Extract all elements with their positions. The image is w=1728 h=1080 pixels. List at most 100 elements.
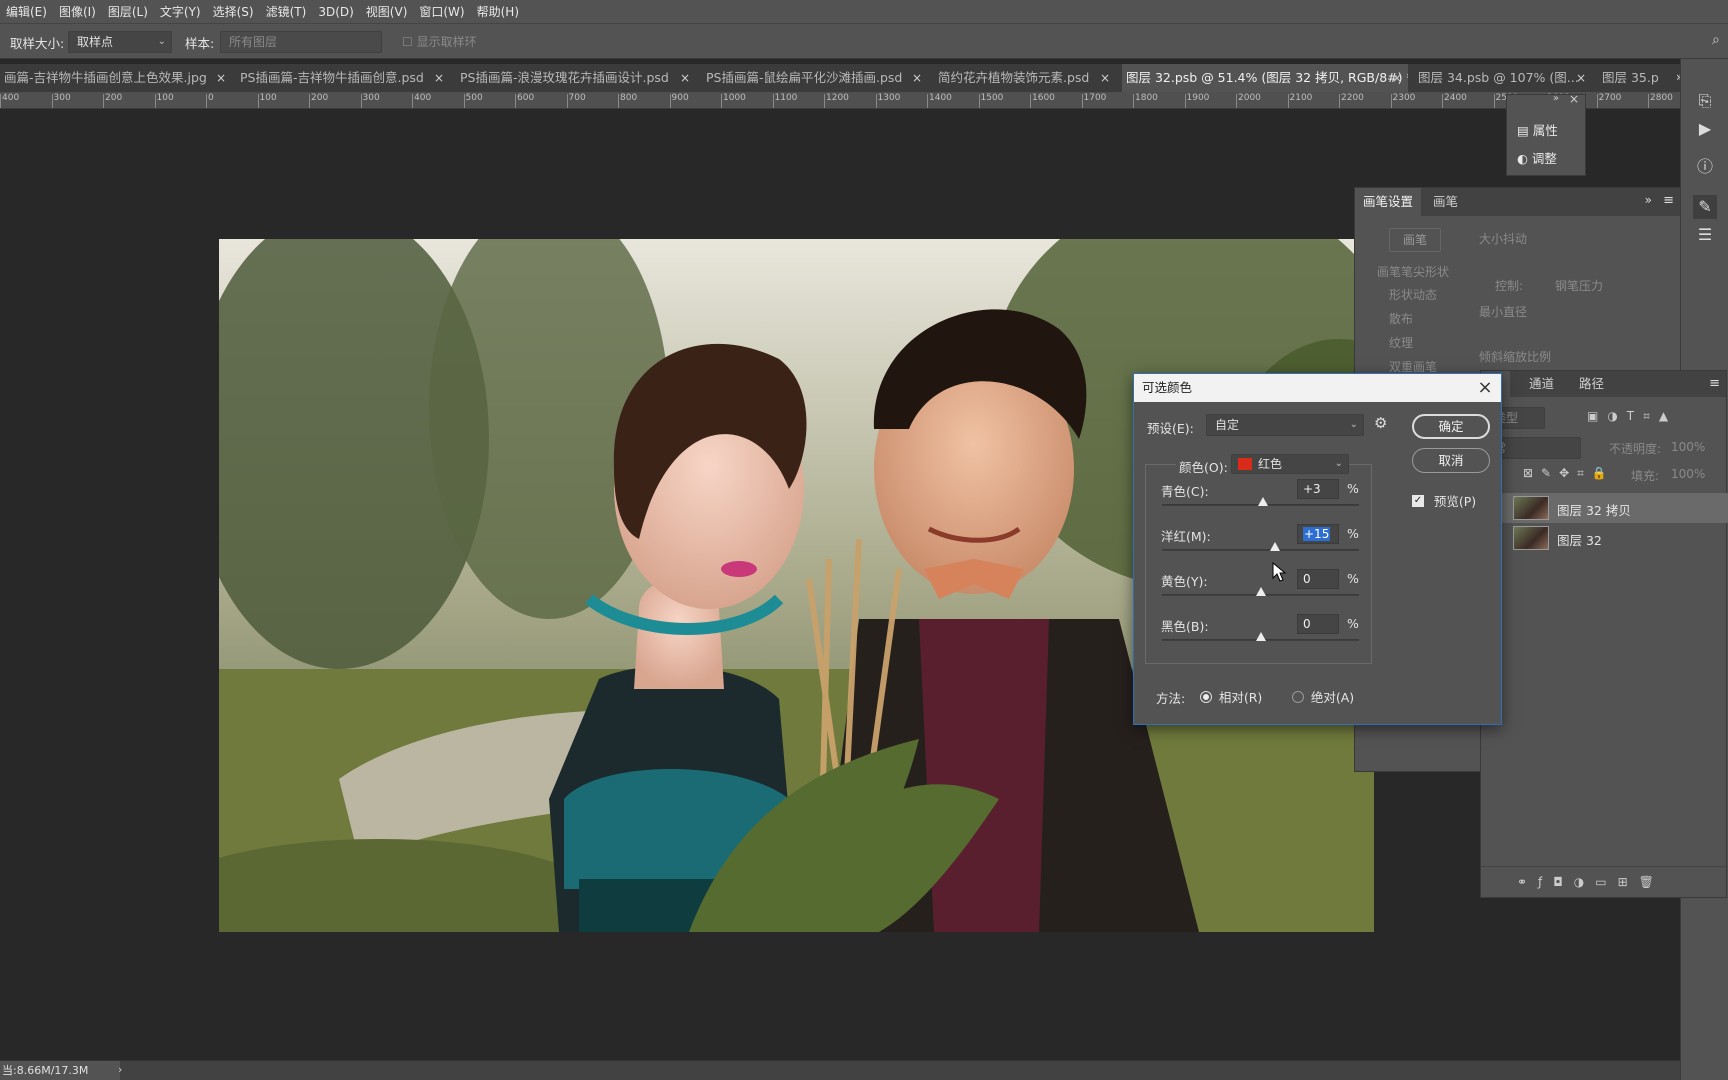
close-tab-icon[interactable]: × bbox=[680, 64, 690, 92]
selective-color-dialog: 可选颜色 × 预设(E): 自定 ⌄ ⚙ 确定 取消 ✓ 预览(P) 颜色(O)… bbox=[1133, 373, 1502, 725]
slider-thumb[interactable] bbox=[1258, 497, 1269, 506]
menu-item-9[interactable]: 帮助(H) bbox=[471, 3, 525, 20]
gear-icon[interactable]: ⚙ bbox=[1374, 414, 1387, 432]
colors-value: 红色 bbox=[1258, 457, 1283, 471]
history-icon[interactable]: ⎘ bbox=[1693, 89, 1717, 113]
chevron-right-icon[interactable]: › bbox=[118, 1063, 122, 1076]
layer-thumbnail bbox=[1513, 526, 1549, 550]
sample-size-select[interactable]: 取样点 ⌄ bbox=[68, 31, 172, 53]
ruler-tick bbox=[1648, 94, 1649, 108]
menu-item-3[interactable]: 文字(Y) bbox=[154, 3, 207, 20]
close-tab-icon[interactable]: × bbox=[1576, 64, 1586, 92]
ok-button[interactable]: 确定 bbox=[1412, 414, 1490, 439]
preset-select[interactable]: 自定 ⌄ bbox=[1206, 414, 1364, 436]
tab-channels[interactable]: 通道 bbox=[1521, 371, 1562, 397]
close-icon[interactable]: × bbox=[1569, 92, 1579, 106]
close-icon[interactable]: × bbox=[1475, 374, 1495, 402]
scattering-option[interactable]: 散布 bbox=[1389, 310, 1413, 327]
slider-thumb[interactable] bbox=[1255, 632, 1266, 641]
slider-value-input[interactable]: +15 bbox=[1297, 524, 1339, 544]
ruler-tick bbox=[1184, 94, 1186, 108]
ruler-tick bbox=[1442, 94, 1443, 108]
method-relative-radio[interactable]: 相对(R) bbox=[1200, 687, 1262, 706]
close-tab-icon[interactable]: × bbox=[216, 64, 226, 92]
slider-thumb[interactable] bbox=[1255, 587, 1266, 596]
panel-menu-icon[interactable]: ≡ bbox=[1663, 193, 1674, 208]
brush-settings-icon[interactable]: ✎ bbox=[1693, 195, 1717, 219]
menu-item-5[interactable]: 滤镜(T) bbox=[260, 3, 313, 20]
document-tab[interactable]: 图层 35.p bbox=[1598, 64, 1680, 92]
min-diameter-label: 最小直径 bbox=[1479, 305, 1528, 319]
document-tab[interactable]: 图层 32.psb @ 51.4% (图层 32 拷贝, RGB/8#) * × bbox=[1122, 64, 1408, 92]
slider-value-input[interactable]: +3 bbox=[1297, 479, 1339, 499]
cancel-button[interactable]: 取消 bbox=[1412, 448, 1490, 473]
slider-value-input[interactable]: 0 bbox=[1297, 614, 1339, 634]
close-tab-icon[interactable]: × bbox=[1392, 64, 1402, 92]
play-icon[interactable]: ▶ bbox=[1693, 117, 1717, 141]
control-value[interactable]: 钢笔压力 bbox=[1555, 277, 1603, 294]
adjustments-item[interactable]: ◐ 调整 bbox=[1517, 149, 1557, 169]
slider-track[interactable] bbox=[1162, 549, 1359, 551]
info-icon[interactable]: ⓘ bbox=[1693, 155, 1717, 179]
tab-label: 图层 32.psb @ 51.4% (图层 32 拷贝, RGB/8#) * bbox=[1126, 70, 1408, 85]
ruler-tick bbox=[824, 94, 825, 108]
menu-item-6[interactable]: 3D(D) bbox=[312, 5, 359, 19]
brush-tip-shape[interactable]: 画笔笔尖形状 bbox=[1377, 263, 1449, 280]
document-tab[interactable]: 图层 34.psb @ 107% (图... × bbox=[1414, 64, 1592, 92]
collapse-icon[interactable]: » bbox=[1553, 93, 1559, 104]
close-tab-icon[interactable]: × bbox=[912, 64, 922, 92]
ruler-label: 200 bbox=[311, 93, 329, 103]
texture-option[interactable]: 纹理 bbox=[1389, 334, 1413, 351]
menu-item-7[interactable]: 视图(V) bbox=[360, 3, 414, 20]
sample-select[interactable]: 所有图层 bbox=[220, 31, 382, 53]
close-tab-icon[interactable]: × bbox=[1100, 64, 1110, 92]
search-icon[interactable]: ⌕ bbox=[1712, 32, 1720, 48]
slider-label: 青色(C): bbox=[1161, 484, 1209, 499]
ruler-tick bbox=[515, 94, 516, 108]
slider-value-input[interactable]: 0 bbox=[1297, 569, 1339, 589]
menu-item-8[interactable]: 窗口(W) bbox=[413, 3, 470, 20]
method-absolute-radio[interactable]: 绝对(A) bbox=[1292, 687, 1354, 706]
shape-dynamics-option[interactable]: 形状动态 bbox=[1389, 286, 1437, 303]
expand-icon[interactable]: » bbox=[1645, 193, 1652, 207]
document-tab[interactable]: PS插画篇-吉祥物牛插画创意.psd × bbox=[236, 64, 450, 92]
document-tab[interactable]: 画篇-吉祥物牛插画创意上色效果.jpg × bbox=[0, 64, 232, 92]
layer-name: 图层 32 拷贝 bbox=[1557, 503, 1631, 518]
ruler-label: 1900 bbox=[1186, 93, 1210, 103]
menu-item-2[interactable]: 图层(L) bbox=[102, 3, 154, 20]
fill-value[interactable]: 100% bbox=[1671, 467, 1705, 481]
show-ring-checkbox[interactable]: ☐ 显示取样环 bbox=[402, 33, 477, 50]
menu-item-1[interactable]: 图像(I) bbox=[53, 3, 102, 20]
tab-label: 图层 35.p bbox=[1602, 70, 1659, 85]
lock-icons[interactable]: ⊠✎✥⌗🔒 bbox=[1523, 466, 1615, 481]
properties-item[interactable]: ▤ 属性 bbox=[1517, 121, 1558, 141]
menu-item-4[interactable]: 选择(S) bbox=[207, 3, 260, 20]
menu-item-0[interactable]: 编辑(E) bbox=[0, 3, 53, 20]
colors-select[interactable]: 红色 ⌄ bbox=[1231, 454, 1349, 474]
document-tab[interactable]: 简约花卉植物装饰元素.psd × bbox=[934, 64, 1116, 92]
document-tab[interactable]: PS插画篇-浪漫玫瑰花卉插画设计.psd × bbox=[456, 64, 696, 92]
tab-brush[interactable]: 画笔 bbox=[1425, 188, 1466, 216]
layer-footer-icons[interactable]: ⚭ƒ◘◑▭⊞🗑 bbox=[1517, 875, 1665, 889]
brush-presets-button[interactable]: 画笔 bbox=[1389, 228, 1441, 252]
tab-paths[interactable]: 路径 bbox=[1571, 371, 1612, 397]
slider-thumb[interactable] bbox=[1270, 542, 1281, 551]
tab-label: 画篇-吉祥物牛插画创意上色效果.jpg bbox=[4, 70, 207, 85]
chevron-down-icon: ⌄ bbox=[1349, 419, 1358, 430]
close-tab-icon[interactable]: × bbox=[434, 64, 444, 92]
opacity-value[interactable]: 100% bbox=[1671, 440, 1705, 454]
tab-label: 图层 34.psb @ 107% (图... bbox=[1418, 70, 1579, 85]
layer-filter-icons[interactable]: ▣◑T⌗▲ bbox=[1587, 409, 1677, 424]
layer-row[interactable]: 图层 32 bbox=[1481, 523, 1728, 553]
ruler-label: 1800 bbox=[1135, 93, 1158, 103]
preview-checkbox[interactable]: ✓ 预览(P) bbox=[1412, 491, 1476, 510]
document-tab[interactable]: PS插画篇-鼠绘扁平化沙滩插画.psd × bbox=[702, 64, 928, 92]
ruler-tick bbox=[463, 94, 465, 108]
layer-row[interactable]: 图层 32 拷贝 bbox=[1481, 493, 1728, 523]
chevron-down-icon: ⌄ bbox=[157, 36, 166, 47]
adjustments-sliders-icon[interactable]: ☰ bbox=[1693, 223, 1717, 247]
tab-brush-settings[interactable]: 画笔设置 bbox=[1355, 188, 1422, 216]
layers-menu-icon[interactable]: ≡ bbox=[1709, 376, 1720, 391]
sample-label: 样本: bbox=[185, 36, 215, 51]
chevron-down-icon: ⌄ bbox=[1334, 458, 1343, 469]
